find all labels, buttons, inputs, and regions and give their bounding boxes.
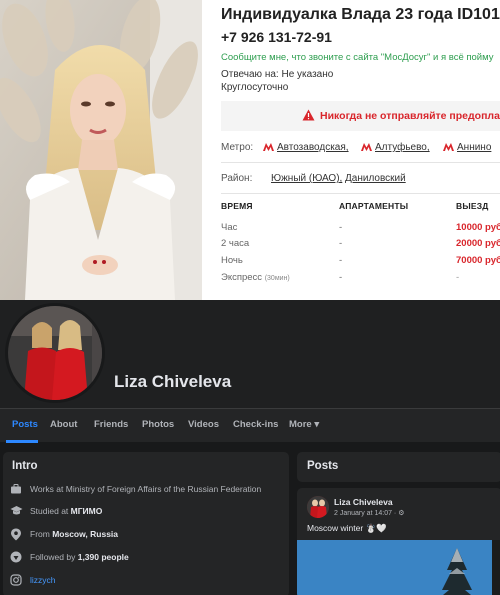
location-pin-icon	[11, 528, 21, 541]
post-text: Moscow winter ☃️🤍	[307, 523, 387, 533]
price-time: Экспресс (30мин)	[221, 272, 290, 283]
divider	[221, 162, 500, 163]
price-row: Экспресс (30мин) - -	[221, 272, 500, 289]
intro-hometown-place[interactable]: Moscow, Russia	[52, 529, 118, 539]
intro-hometown-prefix: From	[30, 529, 53, 539]
facebook-profile: Liza Chiveleva Posts About Friends Photo…	[0, 300, 500, 595]
price-header-apartments: АПАРТАМЕНТЫ	[339, 201, 409, 211]
price-time-note: (30мин)	[264, 275, 290, 282]
price-time: Ночь	[221, 255, 243, 266]
posts-title: Posts	[307, 460, 339, 472]
metro-label: Метро:	[221, 142, 254, 153]
intro-hometown-text: From Moscow, Russia	[30, 529, 118, 539]
price-header-time: ВРЕМЯ	[221, 201, 253, 211]
listing-section: Индивидуалка Влада 23 года ID10169 +7 92…	[0, 0, 500, 300]
price-apartments: -	[339, 222, 343, 233]
post-date[interactable]: 2 January at 14:07 · ⚙	[334, 509, 404, 517]
post-author-avatar-image	[307, 496, 329, 518]
price-header-outcall: ВЫЕЗД	[456, 201, 489, 211]
profile-name: Liza Chiveleva	[114, 372, 232, 391]
listing-title: Индивидуалка Влада 23 года ID10169	[221, 6, 500, 23]
listing-photo-image	[0, 0, 202, 300]
prepayment-warning: Никогда не отправляйте предоплату!	[221, 101, 500, 131]
intro-hometown: From Moscow, Russia	[10, 528, 288, 542]
tab-posts[interactable]: Posts	[12, 419, 38, 430]
price-row: Ночь - 70000 руб.	[221, 255, 500, 272]
metro-station-name: Алтуфьево,	[375, 142, 430, 153]
intro-followers: Followed by 1,390 people	[10, 551, 288, 565]
post-author-name[interactable]: Liza Chiveleva	[334, 497, 393, 507]
tab-videos[interactable]: Videos	[188, 419, 219, 430]
intro-work-text: Works at Ministry of Foreign Affairs of …	[30, 484, 262, 494]
graduation-cap-icon	[10, 506, 23, 515]
divider	[221, 193, 500, 194]
price-apartments: -	[339, 255, 343, 266]
intro-education-place[interactable]: МГИМО	[71, 506, 103, 516]
active-tab-indicator	[6, 440, 38, 443]
warning-icon	[302, 109, 315, 121]
intro-education-text: Studied at МГИМО	[30, 506, 102, 516]
answers-on: Отвечаю на: Не указано	[221, 69, 334, 80]
warning-text: Никогда не отправляйте предоплату!	[320, 110, 500, 122]
price-apartments: -	[339, 238, 343, 249]
intro-instagram-link[interactable]: lizzych	[30, 575, 56, 585]
district-link[interactable]: Южный (ЮАО),	[271, 173, 342, 184]
price-time: Час	[221, 222, 238, 233]
price-apartments: -	[339, 272, 343, 283]
instagram-icon	[10, 574, 22, 586]
working-hours: Круглосуточно	[221, 82, 289, 93]
intro-title: Intro	[12, 460, 38, 472]
followers-icon	[10, 551, 22, 563]
profile-avatar-image	[8, 306, 102, 400]
tab-photos[interactable]: Photos	[142, 419, 174, 430]
intro-education: Studied at МГИМО	[10, 505, 288, 519]
metro-icon	[361, 143, 372, 151]
listing-info: Индивидуалка Влада 23 года ID10169 +7 92…	[212, 0, 500, 300]
post-card: Liza Chiveleva 2 January at 14:07 · ⚙ Mo…	[297, 488, 500, 595]
listing-photo	[0, 0, 202, 300]
price-row: 2 часа - 20000 руб.	[221, 238, 500, 255]
metro-station-name: Аннино	[457, 142, 492, 153]
intro-work: Works at Ministry of Foreign Affairs of …	[10, 483, 288, 497]
intro-education-prefix: Studied at	[30, 506, 71, 516]
price-row: Час - 10000 руб.	[221, 222, 500, 239]
metro-icon	[443, 143, 454, 151]
metro-station-name: Автозаводская,	[277, 142, 349, 153]
tab-friends[interactable]: Friends	[94, 419, 128, 430]
tab-check-ins[interactable]: Check-ins	[233, 419, 278, 430]
intro-instagram: lizzych	[10, 574, 288, 588]
phone-number[interactable]: +7 926 131-72-91	[221, 29, 332, 45]
screenshot-root: Индивидуалка Влада 23 года ID10169 +7 92…	[0, 0, 500, 595]
tab-more[interactable]: More ▾	[289, 419, 319, 430]
district-label: Район:	[221, 173, 253, 184]
profile-tabs: Posts About Friends Photos Videos Check-…	[0, 408, 500, 443]
call-notice: Сообщите мне, что звоните с сайта "МосДо…	[221, 52, 494, 63]
intro-followers-prefix: Followed by	[30, 552, 78, 562]
post-author-avatar[interactable]	[307, 496, 329, 518]
price-outcall: 10000 руб.	[456, 222, 500, 233]
price-outcall: -	[456, 272, 460, 283]
price-outcall: 70000 руб.	[456, 255, 500, 266]
tab-about[interactable]: About	[50, 419, 77, 430]
metro-icon	[263, 143, 274, 151]
briefcase-icon	[11, 484, 21, 494]
price-time-label: Экспресс	[221, 272, 263, 283]
intro-followers-text: Followed by 1,390 people	[30, 552, 129, 562]
profile-avatar[interactable]	[5, 303, 105, 403]
post-image[interactable]	[297, 540, 500, 595]
intro-card: Intro Works at Ministry of Foreign Affai…	[3, 452, 289, 595]
district-link[interactable]: Даниловский	[345, 173, 406, 184]
posts-header-card: Posts	[297, 452, 500, 482]
price-outcall: 20000 руб.	[456, 238, 500, 249]
price-time: 2 часа	[221, 238, 250, 249]
intro-followers-count[interactable]: 1,390 people	[78, 552, 129, 562]
